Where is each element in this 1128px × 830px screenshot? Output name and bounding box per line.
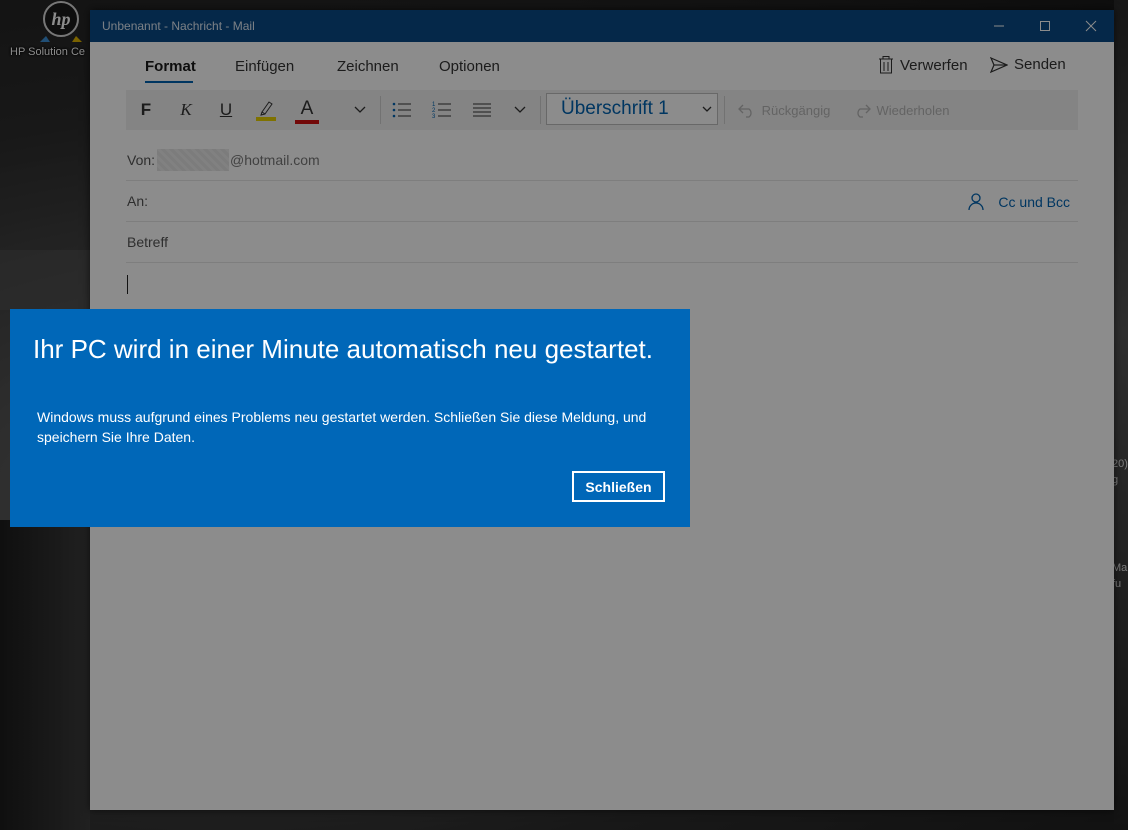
dialog-message: Windows muss aufgrund eines Problems neu… (37, 409, 647, 445)
dialog-title: Ihr PC wird in einer Minute automatisch … (33, 334, 653, 364)
close-dialog-button[interactable]: Schließen (572, 471, 665, 502)
restart-notification-dialog: Ihr PC wird in einer Minute automatisch … (10, 309, 690, 527)
